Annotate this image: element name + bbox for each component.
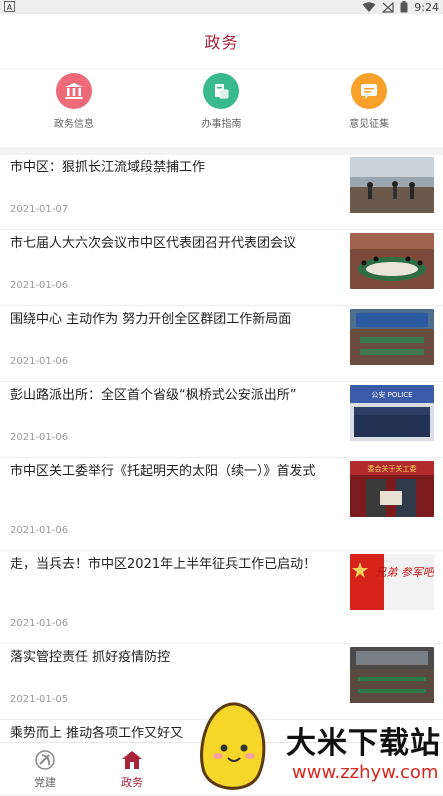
message-icon [351,73,388,109]
quick-nav-guide[interactable]: 办事指南 [166,69,276,130]
quick-nav-label: 政务信息 [53,119,94,130]
wifi-icon [362,1,376,12]
news-item[interactable]: 围绕中心 主动作为 努力开创全区群团工作新局面 2021-01-06 [0,306,443,382]
watermark-name: 大米下载站 [286,726,441,761]
tab-label: 党建 [34,775,56,789]
tab-party-building[interactable]: 党建 [0,743,90,795]
news-title: 市七届人大六次会议市中区代表团召开代表团会议 [10,236,297,251]
quick-nav: 政务信息 办事指南 意见征集 [0,68,443,155]
news-item[interactable]: 市中区关工委举行《托起明天的太阳（续一）》首发式 2021-01-06 委会关于… [0,458,443,551]
news-item[interactable]: 彭山路派出所：全区首个省级“枫桥式公安派出所” 2021-01-06 公安 PO… [0,382,443,458]
status-bar: A 9:24 [0,0,443,14]
news-date: 2021-01-06 [10,432,69,443]
news-date: 2021-01-06 [10,525,69,536]
rice-mascot-logo [200,702,266,790]
tab-label: 政务 [121,775,143,789]
news-title: 围绕中心 主动作为 努力开创全区群团工作新局面 [10,312,292,327]
news-item[interactable]: 走，当兵去！市中区2021年上半年征兵工作已启动！ 2021-01-06 兄弟 … [0,551,443,644]
thumbnail-police-text: 公安 POLICE [371,390,412,399]
news-thumbnail: 兄弟 参军吧！ [350,554,434,610]
status-time: 9:24 [414,0,439,14]
watermark: 大米下载站 www.zzhyw.com [190,700,443,794]
news-thumbnail [350,647,434,703]
guide-icon [203,73,240,109]
quick-nav-feedback[interactable]: 意见征集 [314,69,424,130]
news-thumbnail [350,309,434,365]
news-date: 2021-01-06 [10,280,69,291]
news-thumbnail: 公安 POLICE [350,385,434,441]
notification-a-icon: A [4,1,15,12]
news-date: 2021-01-06 [10,618,69,629]
home-icon [122,750,142,769]
news-thumbnail: 委会关于关工委 [350,461,434,517]
news-title: 走，当兵去！市中区2021年上半年征兵工作已启动！ [10,557,317,572]
news-thumbnail [350,157,434,213]
tab-government[interactable]: 政务 [87,743,177,795]
news-item[interactable]: 市中区：狠抓长江流域段禁捕工作 2021-01-07 [0,154,443,230]
signal-icon [382,1,394,13]
news-thumbnail [350,233,434,289]
news-date: 2021-01-07 [10,204,69,215]
quick-nav-gov-info[interactable]: 政务信息 [19,69,129,130]
bank-icon [55,73,92,109]
quick-nav-label: 办事指南 [201,119,242,130]
watermark-url: www.zzhyw.com [292,762,439,783]
news-title: 市中区：狠抓长江流域段禁捕工作 [10,160,206,175]
quick-nav-label: 意见征集 [349,119,390,130]
news-title: 市中区关工委举行《托起明天的太阳（续一）》首发式 [10,464,316,479]
page-title: 政务 [204,33,239,52]
party-emblem-icon [35,749,55,770]
thumbnail-banner-text: 委会关于关工委 [368,464,417,473]
news-item[interactable]: 市七届人大六次会议市中区代表团召开代表团会议 2021-01-06 [0,230,443,306]
battery-icon [400,1,408,13]
news-title: 落实管控责任 抓好疫情防控 [10,650,171,665]
thumbnail-army-text: 兄弟 参军吧！ [375,566,434,579]
news-date: 2021-01-05 [10,694,69,705]
news-date: 2021-01-06 [10,356,69,367]
news-title: 彭山路派出所：全区首个省级“枫桥式公安派出所” [10,388,297,403]
